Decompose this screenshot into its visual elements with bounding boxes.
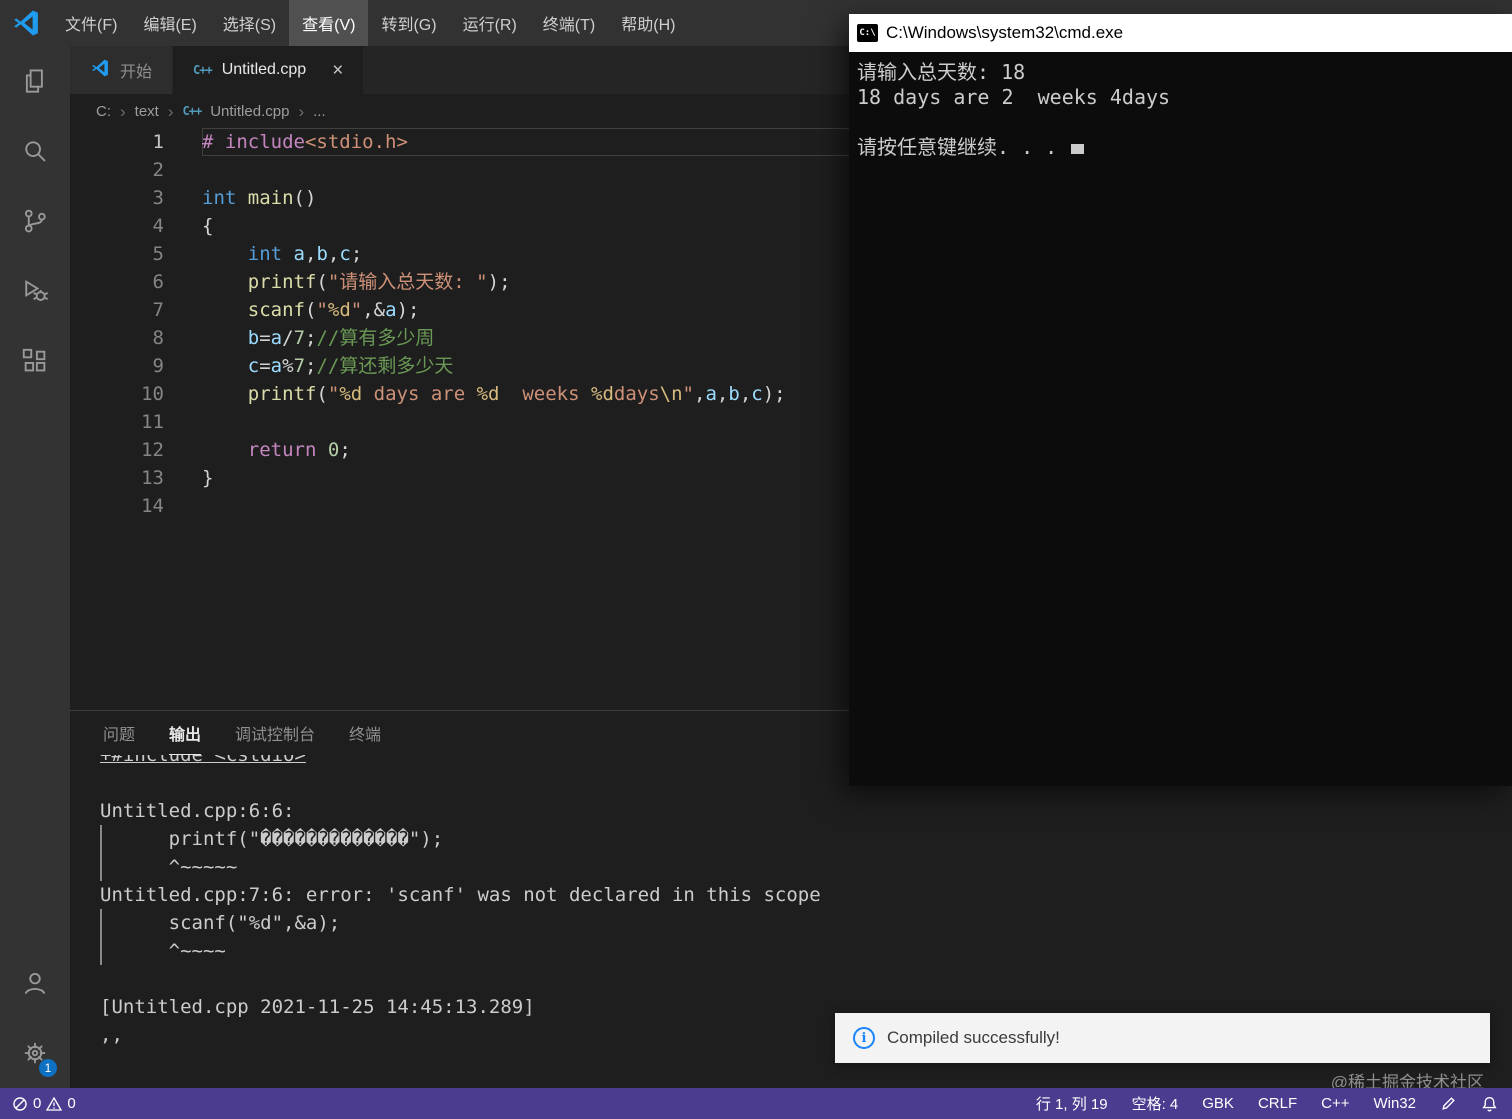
line-number[interactable]: 11 [70, 408, 202, 436]
menu-item[interactable]: 运行(R) [450, 0, 530, 46]
settings-gear-icon[interactable]: 1 [0, 1018, 70, 1088]
panel-tab[interactable]: 调试控制台 [235, 711, 315, 755]
account-icon[interactable] [0, 948, 70, 1018]
cmd-window: C:\ C:\Windows\system32\cmd.exe 请输入总天数: … [849, 14, 1512, 786]
status-bar: 0 0 行 1, 列 19 空格: 4 GBK CRLF C++ Win32 [0, 1088, 1512, 1119]
tab-start-label: 开始 [120, 64, 153, 81]
feedback-pencil-icon[interactable] [1440, 1095, 1457, 1112]
info-icon: i [853, 1027, 875, 1049]
cpp-file-icon: C++ [193, 63, 213, 77]
cmd-line: 18 days are 2 weeks 4days [857, 85, 1171, 109]
tab-untitled-cpp[interactable]: C++ Untitled.cpp × [173, 46, 365, 94]
line-number[interactable]: 6 [70, 268, 202, 296]
breadcrumb-drive[interactable]: C: [96, 103, 111, 120]
breadcrumb-folder[interactable]: text [135, 103, 159, 120]
output-line: ^~~~~~ [100, 853, 1502, 881]
menu-items: 文件(F) 编辑(E) 选择(S) 查看(V) 转到(G) 运行(R) 终端(T) 帮助(H) [52, 0, 688, 46]
panel-tab[interactable]: 输出 [169, 711, 202, 755]
menu-item[interactable]: 文件(F) [52, 0, 130, 46]
settings-badge: 1 [39, 1059, 57, 1077]
line-number[interactable]: 14 [70, 492, 202, 520]
panel-tab[interactable]: 问题 [103, 711, 135, 755]
platform-status[interactable]: Win32 [1373, 1095, 1416, 1112]
cpp-file-icon: C++ [182, 104, 203, 118]
search-icon[interactable] [0, 116, 70, 186]
extensions-icon[interactable] [0, 326, 70, 396]
line-number[interactable]: 8 [70, 324, 202, 352]
menu-item[interactable]: 终端(T) [530, 0, 608, 46]
error-count: 0 [33, 1095, 42, 1112]
output-line: printf("�������������"); [100, 825, 1502, 853]
cmd-line: 请输入总天数: 18 [857, 60, 1026, 84]
notifications-bell-icon[interactable] [1481, 1095, 1498, 1112]
line-number[interactable]: 3 [70, 184, 202, 212]
menu-item[interactable]: 选择(S) [210, 0, 289, 46]
close-tab-icon[interactable]: × [332, 61, 343, 80]
encoding-status[interactable]: GBK [1202, 1095, 1234, 1112]
notification-message: Compiled successfully! [887, 1028, 1060, 1047]
explorer-icon[interactable] [0, 46, 70, 116]
cmd-line: 请按任意键继续. . . [857, 135, 1512, 160]
vscode-tab-icon [90, 58, 110, 83]
notification-toast[interactable]: i Compiled successfully! [835, 1013, 1490, 1063]
language-mode[interactable]: C++ [1321, 1095, 1349, 1112]
problems-status[interactable]: 0 0 [12, 1095, 76, 1112]
chevron-right-icon: › [167, 101, 174, 121]
eol-status[interactable]: CRLF [1258, 1095, 1297, 1112]
panel-tab[interactable]: 终端 [349, 711, 381, 755]
source-control-icon[interactable] [0, 186, 70, 256]
menu-item[interactable]: 转到(G) [368, 0, 449, 46]
warning-count: 0 [67, 1095, 76, 1112]
line-number[interactable]: 13 [70, 464, 202, 492]
chevron-right-icon: › [298, 101, 305, 121]
cmd-icon: C:\ [857, 24, 878, 42]
cmd-line [857, 110, 1512, 135]
tab-start[interactable]: 开始 [70, 46, 174, 94]
output-line: Untitled.cpp:7:6: error: 'scanf' was not… [100, 884, 821, 906]
line-number[interactable]: 4 [70, 212, 202, 240]
line-number[interactable]: 5 [70, 240, 202, 268]
line-number[interactable]: 7 [70, 296, 202, 324]
output-line: Untitled.cpp:6:6: [100, 800, 295, 822]
line-number[interactable]: 10 [70, 380, 202, 408]
line-number[interactable]: 9 [70, 352, 202, 380]
tab-file-label: Untitled.cpp [221, 61, 307, 78]
vscode-logo-icon [0, 8, 52, 38]
line-number[interactable]: 2 [70, 156, 202, 184]
line-number[interactable]: 1 [70, 128, 202, 156]
line-number[interactable]: 12 [70, 436, 202, 464]
breadcrumb-more[interactable]: ... [313, 103, 326, 120]
output-line: ^~~~~ [100, 937, 1502, 965]
indentation-status[interactable]: 空格: 4 [1132, 1093, 1179, 1114]
menu-item[interactable]: 查看(V) [289, 0, 369, 46]
cmd-title-bar[interactable]: C:\ C:\Windows\system32\cmd.exe [849, 14, 1512, 52]
chevron-right-icon: › [120, 101, 126, 121]
cmd-title-text: C:\Windows\system32\cmd.exe [886, 23, 1124, 42]
warning-icon [46, 1096, 63, 1112]
error-icon [12, 1096, 28, 1112]
menu-item[interactable]: 帮助(H) [608, 0, 688, 46]
cmd-cursor [1071, 144, 1085, 154]
menu-item[interactable]: 编辑(E) [130, 0, 209, 46]
cursor-position[interactable]: 行 1, 列 19 [1036, 1093, 1108, 1114]
activity-bar: 1 [0, 46, 70, 1088]
output-line: scanf("%d",&a); [100, 909, 1502, 937]
breadcrumb-file[interactable]: Untitled.cpp [210, 103, 289, 120]
run-debug-icon[interactable] [0, 256, 70, 326]
cmd-output: 请输入总天数: 18 18 days are 2 weeks 4days 请按任意… [849, 52, 1512, 786]
